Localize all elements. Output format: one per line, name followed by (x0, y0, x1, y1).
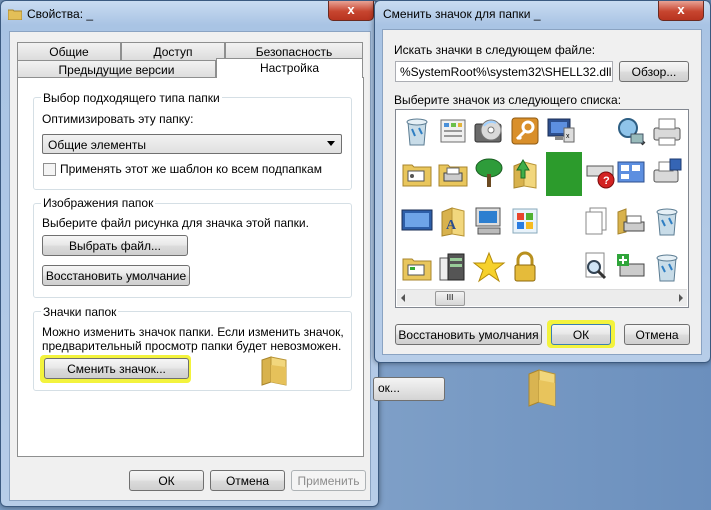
folder-printer-2-icon[interactable] (614, 204, 648, 238)
properties-client-area: Общие Доступ Безопасность Предыдущие вер… (9, 31, 371, 501)
tab-previous-versions[interactable]: Предыдущие версии (17, 60, 216, 78)
recycle-bin-full-icon[interactable] (650, 204, 684, 238)
magnifier-network-icon[interactable] (614, 114, 648, 148)
folder-type-value: Общие элементы (48, 138, 146, 152)
tab-sharing-label: Доступ (153, 45, 193, 59)
tab-panel: Выбор подходящего типа папки Оптимизиров… (17, 77, 364, 457)
dialog-ok-label: ОК (572, 328, 590, 342)
background-folder-icon (525, 368, 559, 411)
tab-previous-versions-label: Предыдущие версии (58, 63, 175, 77)
printer-fax-icon[interactable] (650, 114, 684, 148)
ok-button[interactable]: ОК (129, 470, 204, 491)
change-icon-dialog: Сменить значок для папки _ x Искать знач… (374, 0, 711, 363)
chevron-down-icon (327, 141, 335, 146)
cancel-label: Отмена (225, 474, 270, 488)
apply-template-label: Применять этот же шаблон ко всем подпапк… (60, 162, 322, 176)
tree-icon[interactable] (472, 156, 506, 190)
windows-update-icon[interactable] (508, 204, 542, 238)
properties-title-bar[interactable]: Свойства: _ (1, 1, 378, 29)
dialog-cancel-label: Отмена (635, 328, 679, 342)
folder-icons-desc-1: Можно изменить значок папки. Если измени… (42, 325, 344, 339)
properties-window: Свойства: _ x Общие Доступ Безопасность … (0, 0, 379, 507)
network-add-icon[interactable] (614, 250, 648, 284)
tab-sharing[interactable]: Доступ (121, 42, 225, 60)
browse-button[interactable]: Обзор... (619, 61, 689, 82)
background-window-button-label: ок... (378, 381, 400, 395)
folder-arrow-icon[interactable] (508, 156, 542, 190)
properties-title: Свойства: _ (27, 7, 94, 21)
dialog-client-area: Искать значки в следующем файле: %System… (382, 29, 702, 355)
folder-printer-icon[interactable] (436, 156, 470, 190)
apply-template-checkbox[interactable] (43, 163, 56, 176)
ok-label: ОК (158, 474, 175, 488)
folder-preview-icon (258, 354, 290, 389)
folder-settings-icon[interactable] (400, 156, 434, 190)
choose-file-button[interactable]: Выбрать файл... (42, 235, 188, 256)
folder-document-icon[interactable]: A (436, 204, 470, 238)
properties-close-button[interactable]: x (328, 1, 374, 21)
svg-text:x: x (566, 133, 570, 140)
tab-general[interactable]: Общие (17, 42, 121, 60)
optimize-label: Оптимизировать эту папку: (42, 112, 194, 126)
star-icon[interactable] (472, 250, 506, 284)
cancel-button[interactable]: Отмена (210, 470, 285, 491)
apply-label: Применить (297, 474, 360, 488)
search-file-label: Искать значки в следующем файле: (394, 43, 596, 57)
folder-settings-2-icon[interactable] (400, 250, 434, 284)
monitor-icon[interactable] (400, 204, 434, 238)
browse-label: Обзор... (631, 65, 677, 79)
recycle-bin-icon[interactable] (650, 250, 684, 284)
folder-icon (7, 8, 23, 21)
icon-file-path-input[interactable]: %SystemRoot%\system32\SHELL32.dll (395, 61, 613, 82)
scroll-right-icon[interactable] (679, 294, 683, 302)
background-window-button[interactable]: ок... (373, 377, 445, 401)
tab-security-label: Безопасность (255, 45, 333, 59)
folder-images-group-title: Изображения папок (41, 196, 156, 210)
dialog-ok-button[interactable]: ОК (551, 324, 611, 345)
server-icon[interactable] (436, 250, 470, 284)
svg-text:?: ? (603, 175, 610, 187)
choose-file-label: Выбрать файл... (69, 239, 161, 253)
icon-list-label: Выберите значок из следующего списка: (394, 93, 622, 107)
tab-customize-label: Настройка (259, 61, 320, 75)
dialog-close-button[interactable]: x (658, 1, 704, 21)
computer-user-icon[interactable] (472, 204, 506, 238)
apply-button[interactable]: Применить (291, 470, 366, 491)
change-icon-label: Сменить значок... (67, 362, 166, 376)
icon-list-scrollbar[interactable]: III (397, 289, 687, 306)
recycle-bin-empty-icon[interactable] (400, 114, 434, 148)
magnifier-page-icon[interactable] (578, 250, 612, 284)
network-computers-icon[interactable] (614, 156, 648, 190)
folder-type-group-title: Выбор подходящего типа папки (41, 91, 222, 105)
close-icon: x (347, 2, 355, 17)
svg-text:A: A (446, 218, 457, 233)
cd-drive-icon[interactable] (472, 114, 506, 148)
close-icon: x (677, 2, 685, 17)
padlock-icon[interactable] (508, 250, 542, 284)
restore-default-button[interactable]: Восстановить умолчание (42, 265, 190, 286)
restore-defaults-label: Восстановить умолчания (398, 328, 539, 342)
folder-type-select[interactable]: Общие элементы (42, 134, 342, 154)
change-icon-button[interactable]: Сменить значок... (44, 358, 189, 379)
icon-file-path-value: %SystemRoot%\system32\SHELL32.dll (400, 65, 612, 79)
dialog-title: Сменить значок для папки _ (383, 7, 541, 21)
control-panel-icon[interactable] (436, 114, 470, 148)
tab-customize[interactable]: Настройка (216, 58, 363, 78)
dialog-cancel-button[interactable]: Отмена (624, 324, 690, 345)
drive-error-icon[interactable]: ? (584, 156, 618, 190)
folder-icons-group-title: Значки папок (41, 305, 119, 319)
scroll-thumb[interactable]: III (435, 291, 465, 306)
scroll-left-icon[interactable] (401, 294, 405, 302)
key-icon[interactable] (508, 114, 542, 148)
restore-default-label: Восстановить умолчание (45, 269, 187, 283)
icon-list[interactable]: x ? A III (395, 109, 689, 308)
folder-images-desc: Выберите файл рисунка для значка этой па… (42, 216, 309, 230)
green-square-icon[interactable] (544, 152, 584, 196)
tab-general-label: Общие (49, 45, 89, 59)
folder-icons-desc-2: предварительный просмотр папки будет нев… (42, 339, 342, 353)
printer-save-icon[interactable] (650, 156, 684, 190)
restore-defaults-button[interactable]: Восстановить умолчания (395, 324, 542, 345)
computer-monitor-icon[interactable]: x (544, 114, 578, 148)
documents-icon[interactable] (578, 204, 612, 238)
